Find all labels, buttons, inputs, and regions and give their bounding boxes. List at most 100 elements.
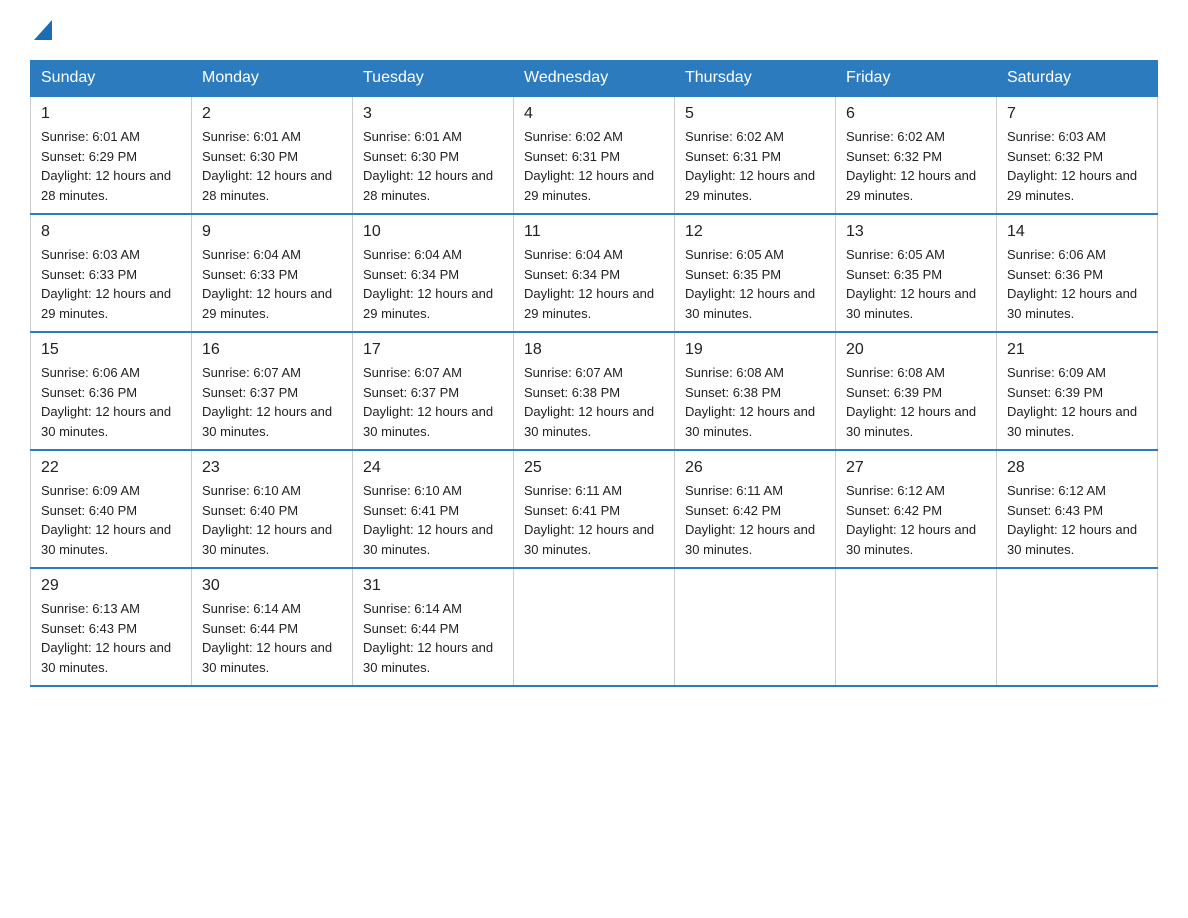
day-info: Sunrise: 6:10 AMSunset: 6:41 PMDaylight:…: [363, 483, 493, 557]
calendar-cell: 18 Sunrise: 6:07 AMSunset: 6:38 PMDaylig…: [514, 332, 675, 450]
calendar-cell: 23 Sunrise: 6:10 AMSunset: 6:40 PMDaylig…: [192, 450, 353, 568]
calendar-cell: 17 Sunrise: 6:07 AMSunset: 6:37 PMDaylig…: [353, 332, 514, 450]
weekday-header-wednesday: Wednesday: [514, 61, 675, 97]
calendar-cell: 2 Sunrise: 6:01 AMSunset: 6:30 PMDayligh…: [192, 96, 353, 214]
day-number: 28: [1007, 459, 1147, 477]
calendar-cell: 8 Sunrise: 6:03 AMSunset: 6:33 PMDayligh…: [31, 214, 192, 332]
calendar-cell: 30 Sunrise: 6:14 AMSunset: 6:44 PMDaylig…: [192, 568, 353, 686]
day-number: 8: [41, 223, 181, 241]
day-info: Sunrise: 6:10 AMSunset: 6:40 PMDaylight:…: [202, 483, 332, 557]
day-info: Sunrise: 6:06 AMSunset: 6:36 PMDaylight:…: [1007, 247, 1137, 321]
day-number: 17: [363, 341, 503, 359]
calendar-cell: 31 Sunrise: 6:14 AMSunset: 6:44 PMDaylig…: [353, 568, 514, 686]
calendar-cell: 10 Sunrise: 6:04 AMSunset: 6:34 PMDaylig…: [353, 214, 514, 332]
calendar-cell: [997, 568, 1158, 686]
day-info: Sunrise: 6:02 AMSunset: 6:31 PMDaylight:…: [685, 129, 815, 203]
day-info: Sunrise: 6:11 AMSunset: 6:41 PMDaylight:…: [524, 483, 654, 557]
day-info: Sunrise: 6:07 AMSunset: 6:37 PMDaylight:…: [202, 365, 332, 439]
calendar-cell: 25 Sunrise: 6:11 AMSunset: 6:41 PMDaylig…: [514, 450, 675, 568]
calendar-week-row: 15 Sunrise: 6:06 AMSunset: 6:36 PMDaylig…: [31, 332, 1158, 450]
day-number: 10: [363, 223, 503, 241]
calendar-week-row: 29 Sunrise: 6:13 AMSunset: 6:43 PMDaylig…: [31, 568, 1158, 686]
calendar-cell: 22 Sunrise: 6:09 AMSunset: 6:40 PMDaylig…: [31, 450, 192, 568]
day-number: 20: [846, 341, 986, 359]
day-number: 7: [1007, 105, 1147, 123]
day-number: 1: [41, 105, 181, 123]
day-info: Sunrise: 6:14 AMSunset: 6:44 PMDaylight:…: [202, 601, 332, 675]
weekday-header-row: SundayMondayTuesdayWednesdayThursdayFrid…: [31, 61, 1158, 97]
day-number: 16: [202, 341, 342, 359]
calendar-cell: 5 Sunrise: 6:02 AMSunset: 6:31 PMDayligh…: [675, 96, 836, 214]
day-number: 2: [202, 105, 342, 123]
day-info: Sunrise: 6:05 AMSunset: 6:35 PMDaylight:…: [846, 247, 976, 321]
day-number: 5: [685, 105, 825, 123]
day-number: 14: [1007, 223, 1147, 241]
calendar-cell: 21 Sunrise: 6:09 AMSunset: 6:39 PMDaylig…: [997, 332, 1158, 450]
day-number: 25: [524, 459, 664, 477]
weekday-header-tuesday: Tuesday: [353, 61, 514, 97]
day-number: 13: [846, 223, 986, 241]
day-number: 11: [524, 223, 664, 241]
day-info: Sunrise: 6:07 AMSunset: 6:38 PMDaylight:…: [524, 365, 654, 439]
calendar-week-row: 22 Sunrise: 6:09 AMSunset: 6:40 PMDaylig…: [31, 450, 1158, 568]
weekday-header-thursday: Thursday: [675, 61, 836, 97]
day-info: Sunrise: 6:02 AMSunset: 6:31 PMDaylight:…: [524, 129, 654, 203]
calendar-cell: 1 Sunrise: 6:01 AMSunset: 6:29 PMDayligh…: [31, 96, 192, 214]
day-info: Sunrise: 6:08 AMSunset: 6:38 PMDaylight:…: [685, 365, 815, 439]
day-info: Sunrise: 6:12 AMSunset: 6:43 PMDaylight:…: [1007, 483, 1137, 557]
day-number: 12: [685, 223, 825, 241]
calendar-cell: 4 Sunrise: 6:02 AMSunset: 6:31 PMDayligh…: [514, 96, 675, 214]
calendar-cell: 11 Sunrise: 6:04 AMSunset: 6:34 PMDaylig…: [514, 214, 675, 332]
calendar-cell: [836, 568, 997, 686]
calendar-cell: 14 Sunrise: 6:06 AMSunset: 6:36 PMDaylig…: [997, 214, 1158, 332]
day-info: Sunrise: 6:04 AMSunset: 6:33 PMDaylight:…: [202, 247, 332, 321]
day-number: 27: [846, 459, 986, 477]
page-header: [30, 20, 1158, 40]
logo: [30, 20, 52, 40]
day-number: 26: [685, 459, 825, 477]
weekday-header-saturday: Saturday: [997, 61, 1158, 97]
day-info: Sunrise: 6:04 AMSunset: 6:34 PMDaylight:…: [524, 247, 654, 321]
day-info: Sunrise: 6:04 AMSunset: 6:34 PMDaylight:…: [363, 247, 493, 321]
day-info: Sunrise: 6:01 AMSunset: 6:30 PMDaylight:…: [202, 129, 332, 203]
calendar-cell: 29 Sunrise: 6:13 AMSunset: 6:43 PMDaylig…: [31, 568, 192, 686]
calendar-cell: [675, 568, 836, 686]
calendar-cell: 26 Sunrise: 6:11 AMSunset: 6:42 PMDaylig…: [675, 450, 836, 568]
weekday-header-sunday: Sunday: [31, 61, 192, 97]
day-number: 18: [524, 341, 664, 359]
calendar-week-row: 8 Sunrise: 6:03 AMSunset: 6:33 PMDayligh…: [31, 214, 1158, 332]
day-info: Sunrise: 6:08 AMSunset: 6:39 PMDaylight:…: [846, 365, 976, 439]
day-number: 29: [41, 577, 181, 595]
day-info: Sunrise: 6:12 AMSunset: 6:42 PMDaylight:…: [846, 483, 976, 557]
day-info: Sunrise: 6:07 AMSunset: 6:37 PMDaylight:…: [363, 365, 493, 439]
day-number: 9: [202, 223, 342, 241]
weekday-header-monday: Monday: [192, 61, 353, 97]
calendar-cell: 28 Sunrise: 6:12 AMSunset: 6:43 PMDaylig…: [997, 450, 1158, 568]
day-number: 31: [363, 577, 503, 595]
day-number: 6: [846, 105, 986, 123]
day-number: 24: [363, 459, 503, 477]
day-info: Sunrise: 6:05 AMSunset: 6:35 PMDaylight:…: [685, 247, 815, 321]
day-number: 3: [363, 105, 503, 123]
calendar-cell: 6 Sunrise: 6:02 AMSunset: 6:32 PMDayligh…: [836, 96, 997, 214]
calendar-cell: 3 Sunrise: 6:01 AMSunset: 6:30 PMDayligh…: [353, 96, 514, 214]
day-info: Sunrise: 6:09 AMSunset: 6:40 PMDaylight:…: [41, 483, 171, 557]
calendar-cell: 19 Sunrise: 6:08 AMSunset: 6:38 PMDaylig…: [675, 332, 836, 450]
weekday-header-friday: Friday: [836, 61, 997, 97]
calendar-cell: 27 Sunrise: 6:12 AMSunset: 6:42 PMDaylig…: [836, 450, 997, 568]
day-info: Sunrise: 6:03 AMSunset: 6:32 PMDaylight:…: [1007, 129, 1137, 203]
day-info: Sunrise: 6:06 AMSunset: 6:36 PMDaylight:…: [41, 365, 171, 439]
day-info: Sunrise: 6:01 AMSunset: 6:30 PMDaylight:…: [363, 129, 493, 203]
day-info: Sunrise: 6:02 AMSunset: 6:32 PMDaylight:…: [846, 129, 976, 203]
day-number: 22: [41, 459, 181, 477]
day-info: Sunrise: 6:14 AMSunset: 6:44 PMDaylight:…: [363, 601, 493, 675]
day-info: Sunrise: 6:03 AMSunset: 6:33 PMDaylight:…: [41, 247, 171, 321]
logo-triangle-icon: [34, 20, 52, 40]
day-number: 30: [202, 577, 342, 595]
calendar-cell: 13 Sunrise: 6:05 AMSunset: 6:35 PMDaylig…: [836, 214, 997, 332]
day-info: Sunrise: 6:11 AMSunset: 6:42 PMDaylight:…: [685, 483, 815, 557]
calendar-cell: 7 Sunrise: 6:03 AMSunset: 6:32 PMDayligh…: [997, 96, 1158, 214]
calendar-cell: 12 Sunrise: 6:05 AMSunset: 6:35 PMDaylig…: [675, 214, 836, 332]
day-info: Sunrise: 6:09 AMSunset: 6:39 PMDaylight:…: [1007, 365, 1137, 439]
day-number: 15: [41, 341, 181, 359]
